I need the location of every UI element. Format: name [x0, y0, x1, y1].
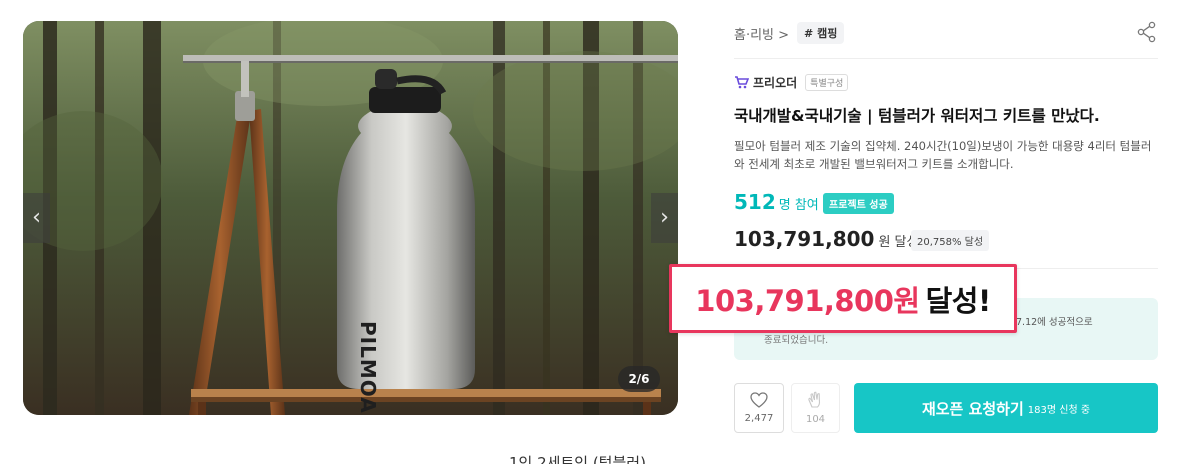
reopen-request-button[interactable]: 재오픈 요청하기 183명 신청 중 — [854, 383, 1158, 433]
reopen-applicant-count: 183명 신청 중 — [1027, 404, 1091, 416]
participant-number: 512 — [734, 190, 776, 214]
gallery-counter: 2/6 — [618, 366, 660, 392]
share-icon — [1137, 21, 1156, 43]
amount-number: 103,791,800 — [734, 227, 875, 251]
cart-icon — [735, 76, 749, 89]
participant-count: 512 명 참여 — [734, 190, 819, 214]
project-success-badge: 프로젝트 성공 — [823, 193, 894, 214]
highlight-suffix: 달성! — [925, 283, 992, 318]
notice-line-1: 7.12에 성공적으로 — [1016, 317, 1093, 328]
bottle-brand-text: PILMOA — [356, 321, 380, 414]
product-image-gallery[interactable]: PILMOA — [23, 21, 678, 415]
funding-amount: 103,791,800 원 달성 — [734, 227, 918, 251]
gallery-caption: 1인 2세트인 (텀블러) — [509, 454, 646, 464]
like-button[interactable]: 2,477 — [734, 383, 784, 433]
reopen-label: 재오픈 요청하기 — [921, 399, 1024, 418]
preorder-badge: 프리오더 특별구성 — [734, 72, 849, 92]
product-description: 필모아 텀블러 제조 기술의 집약체. 240시간(10일)보냉이 가능한 대용… — [734, 139, 1152, 171]
chevron-left-icon: ‹ — [32, 205, 41, 230]
cheer-count: 104 — [805, 414, 826, 425]
cheer-button[interactable]: 104 — [791, 383, 840, 433]
gallery-next-button[interactable]: › — [651, 193, 678, 243]
notice-line-2: 종료되었습니다. — [764, 335, 829, 346]
product-photo: PILMOA — [23, 21, 678, 415]
participant-unit: 명 참여 — [778, 198, 819, 213]
chevron-right-icon: › — [660, 205, 669, 230]
category-tag[interactable]: # 캠핑 — [797, 22, 845, 44]
clap-icon — [807, 391, 820, 408]
achievement-highlight-banner: 103,791,800원 달성! — [669, 264, 1017, 333]
breadcrumb-category[interactable]: 홈·리빙 > — [734, 24, 789, 43]
product-title: 국내개발&국내기술 | 텀블러가 워터저그 키트를 만났다. — [734, 107, 1100, 125]
highlight-amount: 103,791,800원 — [695, 283, 920, 318]
achievement-rate-badge: 20,758% 달성 — [911, 230, 990, 251]
heart-icon — [750, 392, 768, 408]
gallery-prev-button[interactable]: ‹ — [23, 193, 50, 243]
preorder-label: 프리오더 — [753, 75, 798, 90]
like-count: 2,477 — [744, 413, 774, 424]
divider — [734, 58, 1158, 59]
breadcrumb: 홈·리빙 > # 캠핑 — [734, 22, 845, 44]
share-button[interactable] — [1136, 21, 1158, 43]
special-set-badge: 특별구성 — [805, 73, 849, 91]
